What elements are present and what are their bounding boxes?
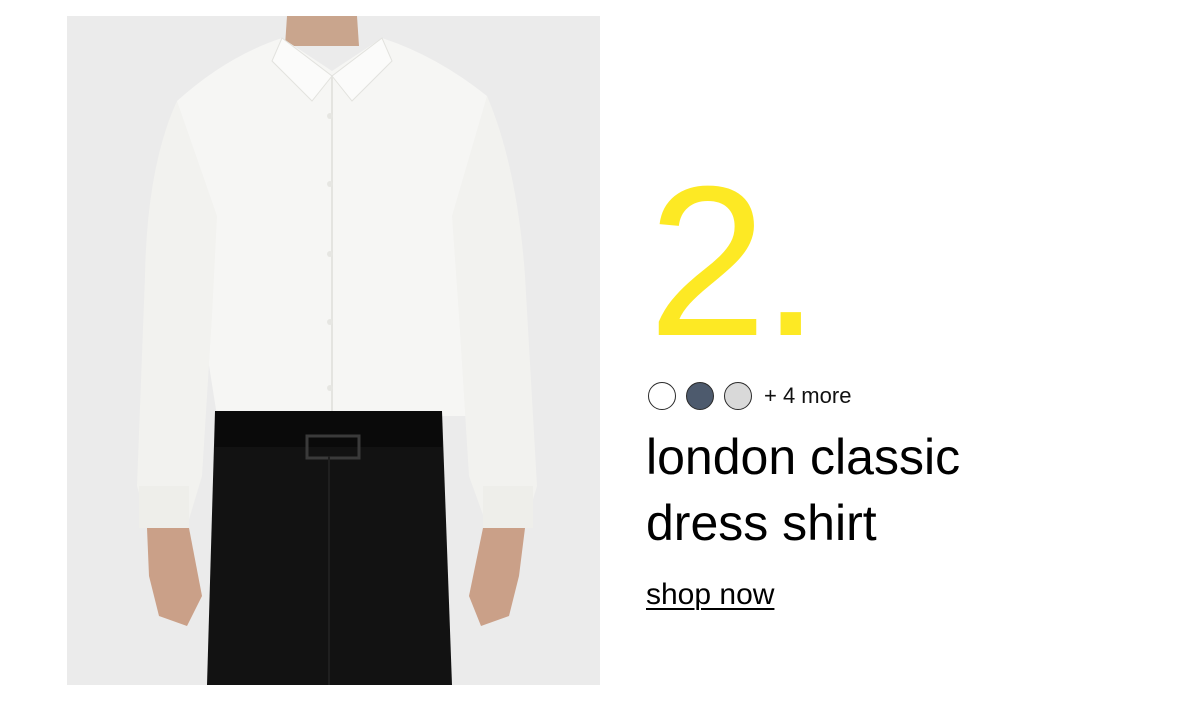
product-feature-card: 2. + 4 more london classic dress shirt s… <box>0 0 1200 702</box>
shirt-model-illustration <box>67 16 600 685</box>
shop-now-link[interactable]: shop now <box>646 578 774 612</box>
color-swatches: + 4 more <box>648 380 851 412</box>
swatch-white[interactable] <box>648 382 676 410</box>
more-colors-link[interactable]: + 4 more <box>764 383 851 409</box>
swatch-navy[interactable] <box>686 382 714 410</box>
swatch-light-grey[interactable] <box>724 382 752 410</box>
rank-number: 2. <box>648 142 821 381</box>
product-title-line-1: london classic <box>646 429 961 485</box>
product-image[interactable] <box>67 16 600 685</box>
product-title-line-2: dress shirt <box>646 495 877 551</box>
product-title[interactable]: london classic dress shirt <box>646 424 960 556</box>
